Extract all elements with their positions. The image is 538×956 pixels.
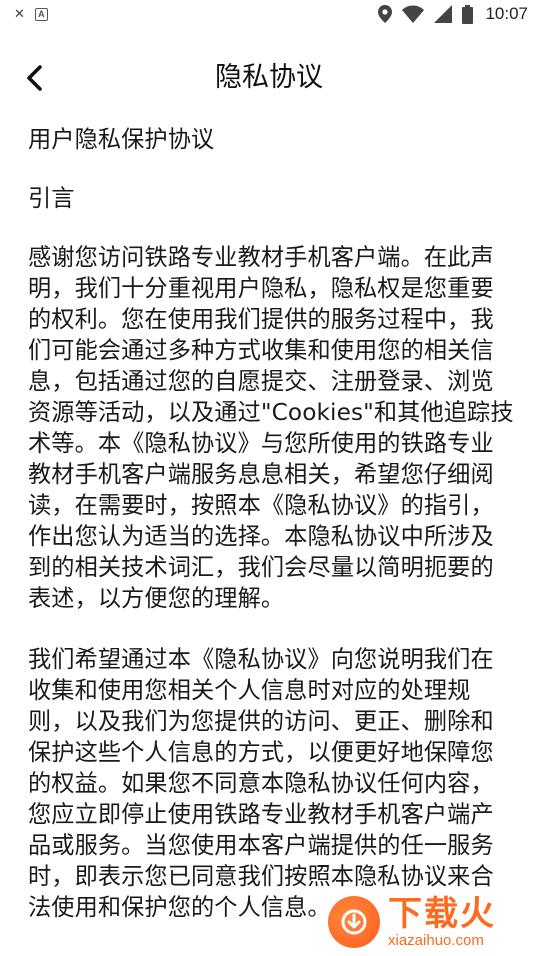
wifi-icon (402, 5, 425, 23)
status-left-icons: ✕ A (14, 6, 48, 22)
a-box-icon: A (34, 7, 48, 21)
paragraph-rules: 我们希望通过本《隐私协议》向您说明我们在收集和使用您相关个人信息时对应的处理规则… (28, 646, 494, 921)
content-heading: 用户隐私保护协议 (28, 126, 215, 153)
signal-icon (434, 5, 453, 23)
paragraph-intro: 感谢您访问铁路专业教材手机客户端。在此声明，我们十分重视用户隐私，隐私权是您重要… (28, 244, 514, 612)
section-title: 引言 (28, 185, 75, 212)
status-right-icons: 10:07 (378, 4, 528, 24)
status-bar: ✕ A 10:07 (0, 0, 538, 28)
battery-icon (462, 4, 474, 24)
watermark: 下载火 xiazaihuo.com (316, 888, 538, 956)
watermark-text: 下载火 xiazaihuo.com (388, 895, 496, 949)
watermark-url: xiazaihuo.com (388, 932, 484, 949)
watermark-logo-icon (328, 896, 380, 948)
clock-time: 10:07 (485, 4, 528, 23)
page-title: 隐私协议 (215, 62, 323, 93)
app-bar: 隐私协议 (0, 46, 538, 110)
watermark-title: 下载火 (388, 894, 496, 934)
location-icon (378, 5, 393, 23)
close-icon: ✕ (14, 6, 25, 21)
privacy-content[interactable]: 用户隐私保护协议 引言 感谢您访问铁路专业教材手机客户端。在此声明，我们十分重视… (28, 124, 514, 953)
